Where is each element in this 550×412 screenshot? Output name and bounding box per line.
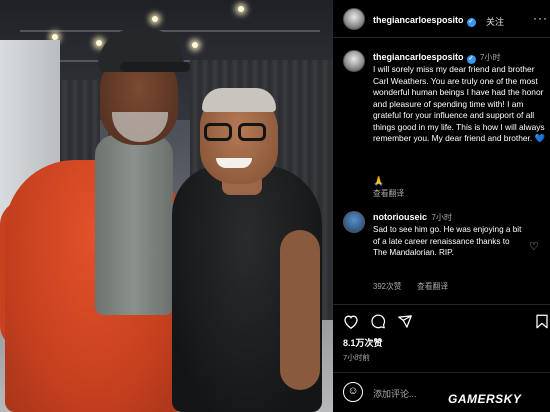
comment-time: 7小时 xyxy=(431,213,452,222)
caption-translate-link[interactable]: 查看翻译 xyxy=(373,188,404,199)
photo-light xyxy=(152,16,158,22)
caption-username[interactable]: thegiancarloesposito xyxy=(373,52,464,62)
prayer-emoji: 🙏 xyxy=(373,176,385,186)
verified-badge-icon: ✓ xyxy=(466,55,476,64)
caption-header: thegiancarloesposito ✓ 7小时 xyxy=(373,52,501,64)
avatar[interactable] xyxy=(343,8,365,30)
caption-time: 7小时 xyxy=(480,53,501,62)
photo-light xyxy=(238,6,244,12)
like-count[interactable]: 8.1万次赞 xyxy=(343,336,383,349)
person-right-hair xyxy=(202,88,276,112)
post-side-panel: thegiancarloesposito ✓ 关注 ··· thegiancarl… xyxy=(333,0,550,412)
header-username-text[interactable]: thegiancarloesposito xyxy=(373,15,464,25)
more-dots-icon[interactable]: ··· xyxy=(533,11,548,25)
divider xyxy=(333,304,550,305)
caption-body: I will sorely miss my dear friend and br… xyxy=(373,64,545,143)
comment-translate-link[interactable]: 查看翻译 xyxy=(417,281,448,292)
comment-header: notoriouseic 7小时 xyxy=(373,212,452,223)
comment-text: Sad to see him go. He was enjoying a bit… xyxy=(373,225,522,257)
blue-heart-emoji: 💙 xyxy=(534,133,545,143)
post-photo[interactable] xyxy=(0,0,333,412)
photo-light xyxy=(96,40,102,46)
verified-badge-icon: ✓ xyxy=(466,18,476,27)
caption-avatar[interactable] xyxy=(343,50,365,72)
heart-icon[interactable] xyxy=(343,314,359,332)
comment-username[interactable]: notoriouseic xyxy=(373,212,427,222)
send-icon[interactable] xyxy=(397,314,413,332)
add-comment-input[interactable]: 添加评论... xyxy=(373,387,417,400)
photo-truss xyxy=(20,30,320,32)
comment-avatar[interactable] xyxy=(343,211,365,233)
person-right-glasses xyxy=(202,123,268,141)
person-right-arm xyxy=(280,230,320,390)
post-time-ago: 7小时前 xyxy=(343,353,371,362)
comment-icon[interactable] xyxy=(370,314,386,332)
photo-light xyxy=(192,42,198,48)
watermark-logo: GAMERSKY xyxy=(448,392,522,406)
follow-button[interactable]: 关注 xyxy=(486,15,504,28)
person-right-smile xyxy=(216,158,252,168)
caption-text: I will sorely miss my dear friend and br… xyxy=(373,64,545,145)
person-left-cap-brim xyxy=(120,62,190,72)
bookmark-icon[interactable] xyxy=(535,314,549,332)
comment-likes[interactable]: 392次赞 xyxy=(373,281,402,292)
header-username[interactable]: thegiancarloesposito ✓ xyxy=(373,15,476,27)
post-header: thegiancarloesposito ✓ 关注 ··· xyxy=(333,0,550,38)
divider xyxy=(333,372,550,373)
emoji-picker-icon[interactable]: ☺ xyxy=(343,382,363,402)
comment-like-heart-icon[interactable]: ♡ xyxy=(529,240,539,253)
person-left-scarf xyxy=(95,135,173,315)
